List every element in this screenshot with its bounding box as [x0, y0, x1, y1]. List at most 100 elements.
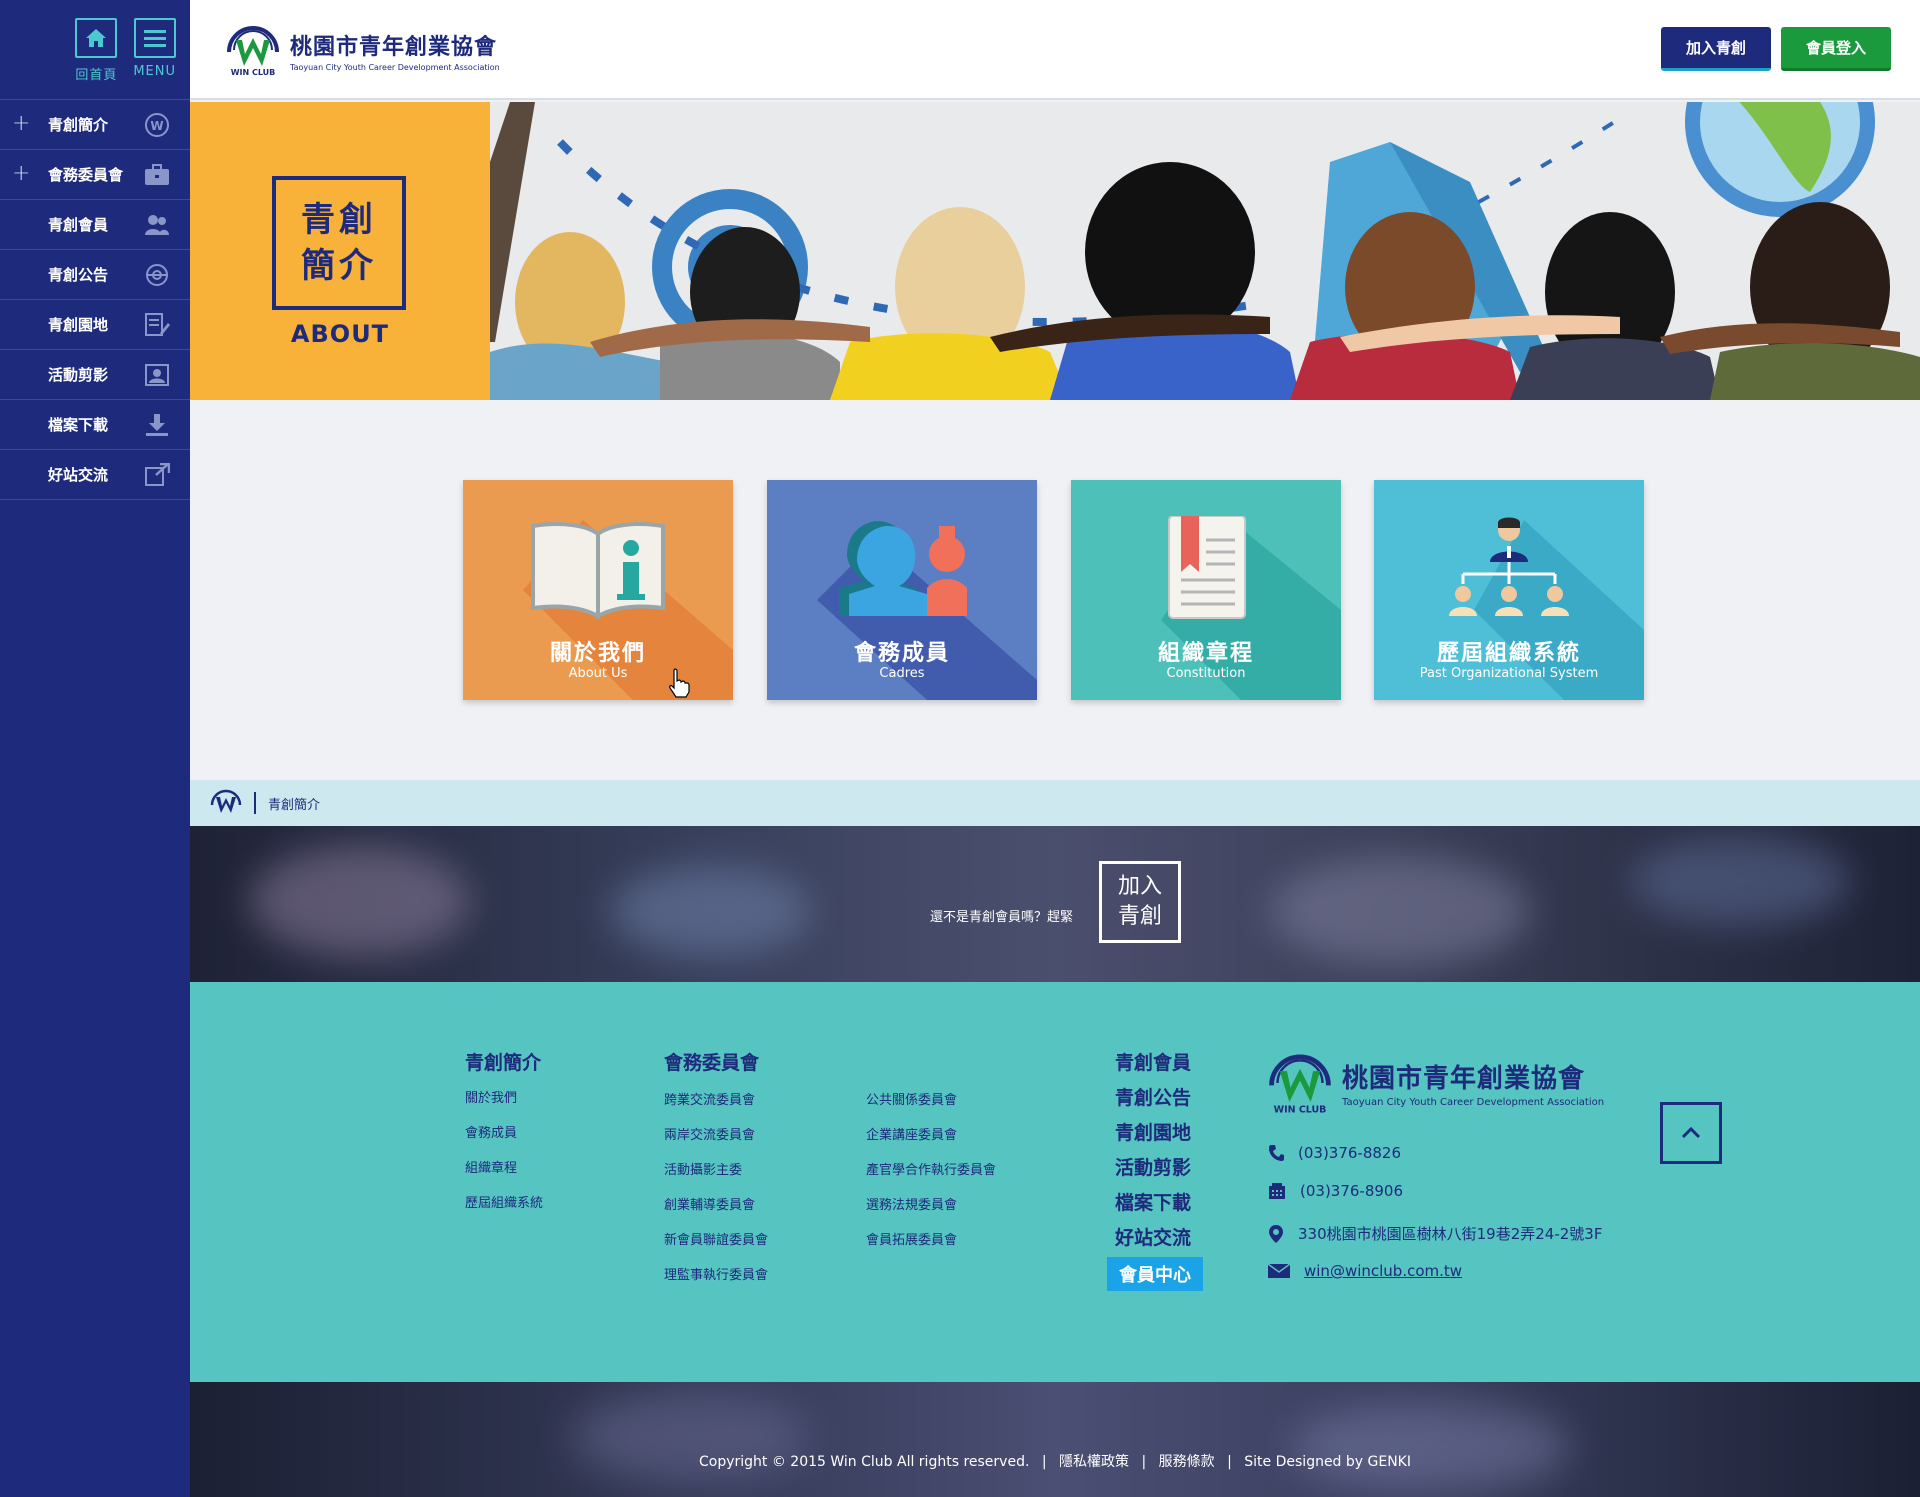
sidebar: 回首頁 MENU + 青創簡介 W + 會務委員會 青創會員 青創公告 青創園地…: [0, 0, 190, 1497]
card-about-us[interactable]: 關於我們 About Us: [463, 480, 733, 700]
winclub-logo-icon: WIN CLUB: [227, 26, 279, 76]
footer-link[interactable]: 公共關係委員會: [866, 1089, 957, 1108]
sidebar-item-garden[interactable]: 青創園地: [0, 300, 190, 350]
email-icon: [1268, 1264, 1290, 1278]
home-logo-icon[interactable]: [210, 789, 242, 817]
location-pin-icon: [1269, 1224, 1283, 1243]
footer-about-title[interactable]: 青創簡介: [465, 1048, 541, 1075]
sidebar-item-announcements[interactable]: 青創公告: [0, 250, 190, 300]
sidebar-item-gallery[interactable]: 活動剪影: [0, 350, 190, 400]
photo-icon: [145, 364, 169, 386]
logo-title: 桃園市青年創業協會: [290, 34, 498, 60]
copyright-bar: Copyright © 2015 Win Club All rights res…: [190, 1382, 1920, 1497]
breadcrumb: 青創簡介: [190, 780, 1920, 826]
copyright-row: Copyright © 2015 Win Club All rights res…: [190, 1451, 1920, 1471]
privacy-link[interactable]: 隱私權政策: [1059, 1454, 1129, 1470]
footer-link[interactable]: 跨業交流委員會: [664, 1089, 755, 1108]
join-button[interactable]: 加入青創: [1661, 27, 1771, 71]
sidebar-item-label: 青創園地: [48, 316, 109, 334]
breadcrumb-current: 青創簡介: [268, 797, 321, 813]
footer-link[interactable]: 新會員聯誼委員會: [664, 1229, 768, 1248]
contact-email: win@winclub.com.tw: [1268, 1262, 1462, 1280]
copyright-separator: |: [1227, 1454, 1232, 1470]
bookmark-document-icon: [1168, 516, 1246, 619]
back-to-top-button[interactable]: [1660, 1102, 1722, 1164]
download-icon: [146, 414, 168, 436]
contact-fax: (03)376-8906: [1268, 1182, 1403, 1200]
logo-subtitle: Taoyuan City Youth Career Development As…: [290, 62, 500, 72]
footer-logo-subtitle: Taoyuan City Youth Career Development As…: [1342, 1097, 1605, 1108]
card-title: 組織章程: [1157, 641, 1254, 666]
expand-icon: +: [12, 161, 31, 186]
expand-icon: +: [12, 111, 31, 136]
hero-image: [490, 102, 1920, 400]
footer-link-announcements[interactable]: 青創公告: [1115, 1083, 1191, 1110]
footer-logo[interactable]: WIN CLUB 桃園市青年創業協會 Taoyuan City Youth Ca…: [1268, 1052, 1604, 1114]
svg-text:WIN CLUB: WIN CLUB: [1274, 1105, 1327, 1114]
terms-link[interactable]: 服務條款: [1159, 1454, 1215, 1470]
sidebar-item-about[interactable]: + 青創簡介 W: [0, 100, 190, 150]
copyright-text: Copyright © 2015 Win Club All rights res…: [698, 1454, 1030, 1470]
footer-link[interactable]: 會員拓展委員會: [866, 1229, 957, 1248]
copyright-separator: |: [1041, 1454, 1047, 1470]
footer-committee-title[interactable]: 會務委員會: [664, 1048, 759, 1075]
sidebar-top-controls: 回首頁 MENU: [0, 0, 190, 100]
join-cta-button[interactable]: 加入 青創: [1099, 861, 1181, 943]
copyright-separator: |: [1141, 1454, 1147, 1470]
sidebar-item-members[interactable]: 青創會員: [0, 200, 190, 250]
footer-link[interactable]: 選務法規委員會: [866, 1194, 957, 1213]
chevron-up-icon: [1681, 1127, 1701, 1139]
hero-title-line1: 青創: [301, 200, 377, 240]
footer-link-links[interactable]: 好站交流: [1115, 1223, 1191, 1250]
email-link[interactable]: win@winclub.com.tw: [1304, 1262, 1462, 1280]
footer-link[interactable]: 關於我們: [465, 1087, 517, 1106]
menu-label: MENU: [133, 64, 176, 79]
hero-title-box: 青創 簡介: [272, 176, 406, 310]
join-banner: 還不是青創會員嗎？趕緊 加入 青創: [190, 826, 1920, 982]
card-subtitle: About Us: [568, 666, 628, 681]
footer-link-downloads[interactable]: 檔案下載: [1115, 1188, 1191, 1215]
menu-button[interactable]: MENU: [133, 18, 176, 79]
svg-text:WIN CLUB: WIN CLUB: [231, 68, 276, 76]
footer-link-garden[interactable]: 青創園地: [1115, 1118, 1191, 1145]
card-title: 關於我們: [549, 641, 646, 666]
contact-phone: (03)376-8826: [1268, 1144, 1401, 1162]
join-cta-line1: 加入: [1117, 874, 1162, 899]
globe-icon: [146, 264, 168, 286]
member-center-button[interactable]: 會員中心: [1107, 1257, 1203, 1291]
site-logo[interactable]: WIN CLUB 桃園市青年創業協會 Taoyuan City Youth Ca…: [226, 24, 500, 76]
sidebar-item-label: 青創會員: [48, 216, 109, 234]
footer-link-gallery[interactable]: 活動剪影: [1115, 1153, 1191, 1180]
footer-link[interactable]: 企業講座委員會: [866, 1124, 957, 1143]
fax-icon: [1269, 1183, 1285, 1199]
sidebar-item-label: 青創公告: [48, 266, 109, 284]
phone-number: (03)376-8826: [1298, 1144, 1402, 1162]
footer-link[interactable]: 兩岸交流委員會: [664, 1124, 755, 1143]
footer-link[interactable]: 活動攝影主委: [664, 1159, 742, 1178]
card-constitution[interactable]: 組織章程 Constitution: [1071, 480, 1341, 700]
footer-link[interactable]: 會務成員: [465, 1122, 517, 1141]
footer-link-members[interactable]: 青創會員: [1115, 1048, 1191, 1075]
footer-link[interactable]: 創業輔導委員會: [664, 1194, 755, 1213]
sidebar-item-links[interactable]: 好站交流: [0, 450, 190, 500]
sidebar-item-committee[interactable]: + 會務委員會: [0, 150, 190, 200]
card-cadres[interactable]: 會務成員 Cadres: [767, 480, 1037, 700]
footer-link[interactable]: 理監事執行委員會: [664, 1264, 768, 1283]
sidebar-item-downloads[interactable]: 檔案下載: [0, 400, 190, 450]
login-button[interactable]: 會員登入: [1781, 27, 1891, 71]
footer-link[interactable]: 歷屆組織系統: [465, 1192, 543, 1211]
footer-link[interactable]: 產官學合作執行委員會: [866, 1159, 996, 1178]
card-subtitle: Constitution: [1166, 666, 1246, 681]
hero-title-panel: 青創 簡介 ABOUT: [190, 102, 490, 400]
join-prompt: 還不是青創會員嗎？趕緊: [930, 910, 1074, 925]
home-icon: [75, 18, 118, 58]
winclub-logo-icon: W: [145, 113, 169, 137]
designer-link[interactable]: Site Designed by GENKI: [1244, 1454, 1411, 1470]
card-subtitle: Cadres: [879, 666, 925, 681]
home-button[interactable]: 回首頁: [75, 18, 118, 83]
hamburger-icon: [133, 18, 176, 58]
phone-icon: [1269, 1145, 1284, 1161]
card-past-organization[interactable]: 歷屆組織系統 Past Organizational System: [1374, 480, 1644, 700]
footer-link[interactable]: 組織章程: [465, 1157, 517, 1176]
fax-number: (03)376-8906: [1300, 1182, 1404, 1200]
